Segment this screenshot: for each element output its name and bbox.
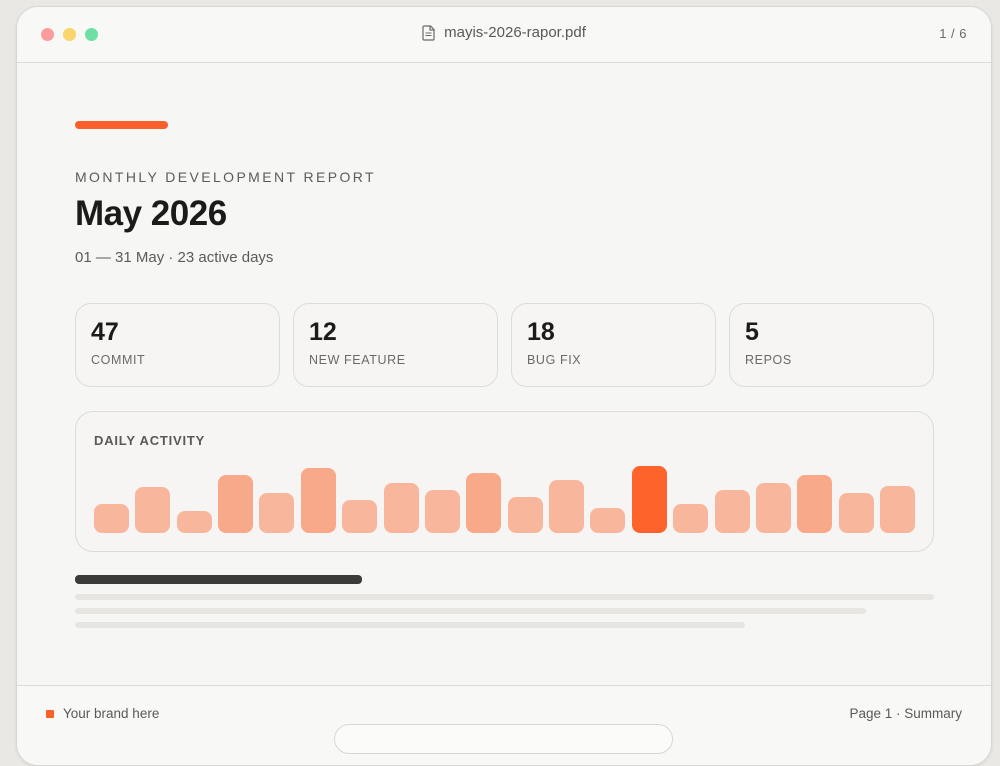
stat-card-bug-fix: 18 BUG FIX: [511, 303, 716, 387]
activity-bars: [94, 463, 915, 533]
title-bar: mayis-2026-rapor.pdf 1 / 6: [17, 7, 991, 63]
activity-bar: [135, 487, 171, 533]
viewer-toolbar-pill[interactable]: [334, 724, 673, 754]
document-icon: [422, 24, 435, 41]
stat-value: 12: [309, 318, 337, 346]
activity-bar: [383, 483, 419, 533]
activity-bar: [466, 473, 502, 533]
activity-bar: [259, 493, 295, 533]
pdf-viewer-window: mayis-2026-rapor.pdf 1 / 6 MONTHLY DEVEL…: [16, 6, 992, 766]
stats-row: 47 COMMIT 12 NEW FEATURE 18 BUG FIX 5 RE…: [75, 303, 934, 387]
stat-card-commit: 47 COMMIT: [75, 303, 280, 387]
placeholder-line: [75, 594, 934, 600]
activity-bar: [880, 486, 915, 533]
stat-label: COMMIT: [91, 353, 146, 367]
document-filename: mayis-2026-rapor.pdf: [444, 24, 586, 41]
page-footer: Your brand here Page 1 · Summary: [17, 685, 991, 765]
document-title: mayis-2026-rapor.pdf: [17, 24, 991, 41]
footer-page-label: Page 1 · Summary: [849, 706, 962, 721]
stat-card-new-feature: 12 NEW FEATURE: [293, 303, 498, 387]
report-eyebrow: MONTHLY DEVELOPMENT REPORT: [75, 169, 376, 185]
brand-text: Your brand here: [63, 706, 160, 721]
activity-bar: [673, 504, 709, 533]
stat-value: 5: [745, 318, 759, 346]
placeholder-heading: [75, 575, 362, 584]
activity-bar: [755, 483, 791, 533]
accent-bar: [75, 121, 168, 129]
activity-bar: [838, 493, 874, 533]
daily-activity-title: DAILY ACTIVITY: [94, 433, 206, 448]
page-counter: 1 / 6: [939, 26, 967, 41]
stat-card-repos: 5 REPOS: [729, 303, 934, 387]
brand-mark-icon: [46, 709, 54, 718]
stat-label: NEW FEATURE: [309, 353, 406, 367]
stat-value: 18: [527, 318, 555, 346]
activity-bar: [424, 490, 460, 533]
activity-bar: [300, 468, 336, 533]
activity-bar: [549, 480, 585, 533]
report-title: May 2026: [75, 194, 227, 233]
placeholder-line: [75, 608, 866, 614]
activity-bar: [714, 490, 750, 533]
footer-brand: Your brand here: [46, 706, 159, 721]
stat-label: BUG FIX: [527, 353, 582, 367]
activity-bar: [342, 500, 378, 533]
activity-bar: [590, 508, 626, 533]
activity-bar: [94, 504, 129, 533]
stat-value: 47: [91, 318, 119, 346]
activity-bar: [507, 497, 543, 533]
placeholder-line: [75, 622, 745, 628]
report-date-range: 01 — 31 May · 23 active days: [75, 249, 274, 266]
activity-bar: [176, 511, 212, 533]
activity-bar-highlighted: [631, 466, 667, 533]
activity-bar: [797, 475, 833, 533]
daily-activity-card: DAILY ACTIVITY: [75, 411, 934, 552]
stat-label: REPOS: [745, 353, 792, 367]
activity-bar: [218, 475, 254, 533]
